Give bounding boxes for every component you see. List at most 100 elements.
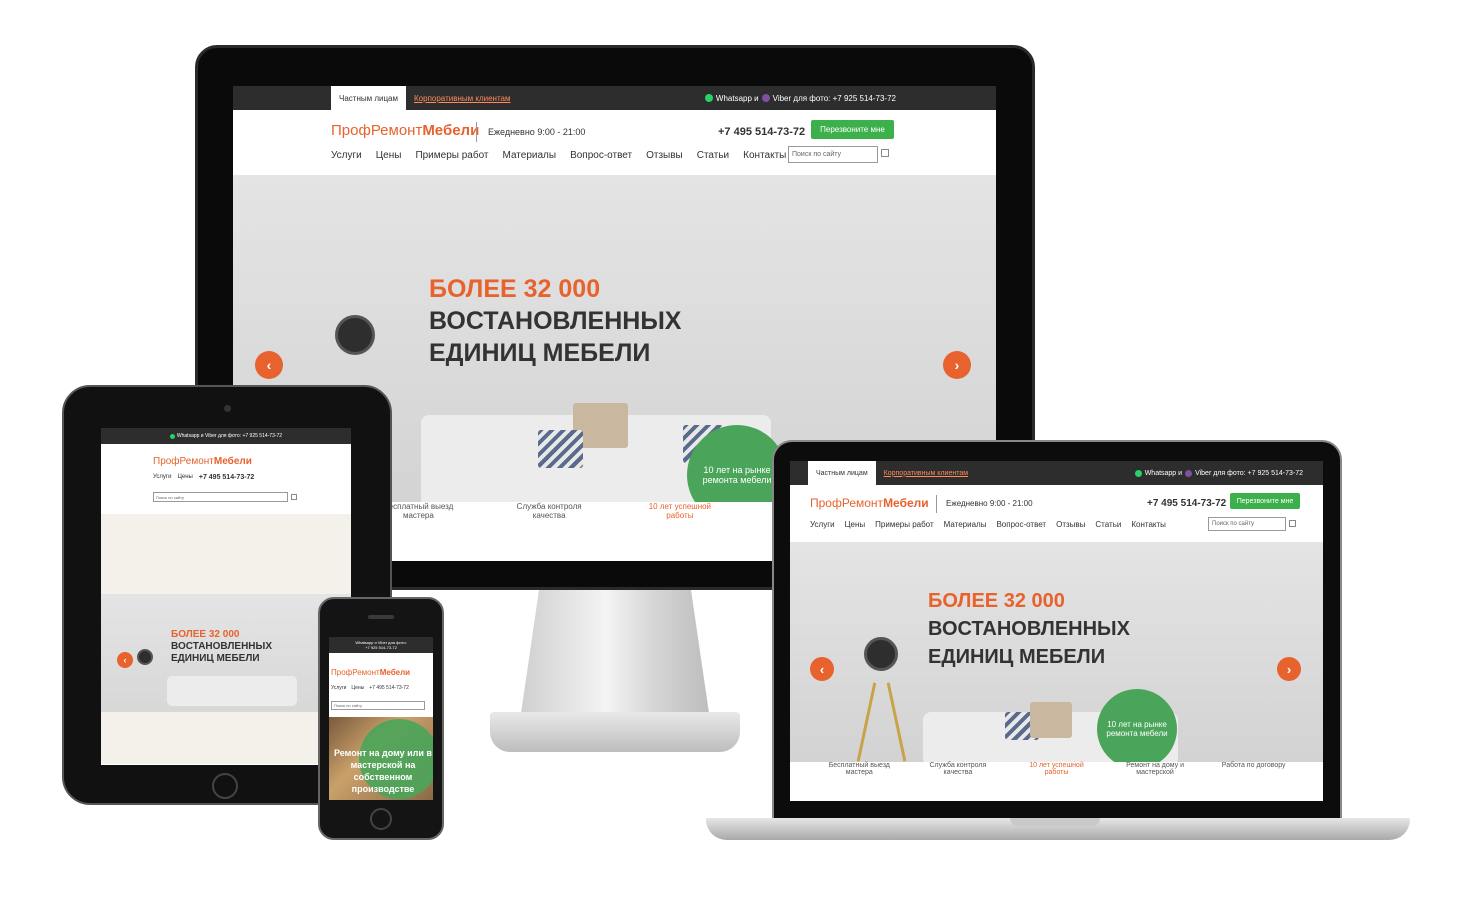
nav-item-prices[interactable]: Цены <box>351 685 364 691</box>
whatsapp-icon <box>1134 469 1142 477</box>
nav-item-prices[interactable]: Цены <box>177 474 192 481</box>
search-input[interactable]: Поиск по сайту <box>788 146 878 163</box>
tab-private[interactable]: Частным лицам <box>331 86 407 110</box>
nav-item-services[interactable]: Услуги <box>810 520 835 529</box>
feature-item: 10 лет успешной работы <box>1029 762 1084 776</box>
main-nav: Услуги Цены Примеры работ Материалы Вопрос-о… <box>810 520 1166 529</box>
nav-item-7[interactable]: Контакты <box>743 150 786 161</box>
logo-part1: Проф <box>810 496 842 510</box>
nav-item-4[interactable]: Вопрос-ответ <box>996 520 1046 529</box>
callback-button[interactable]: Перезвоните мне <box>1230 493 1300 509</box>
home-button-icon <box>370 808 392 830</box>
site-topbar: Частным лицам Корпоративным клиентам Wha… <box>233 86 996 110</box>
main-nav: Услуги Цены Примеры работ Материалы Вопрос-о… <box>331 150 786 161</box>
hero-line-1: БОЛЕЕ 32 000 <box>928 590 1065 612</box>
years-badge: 10 лет на рынке ремонта мебели <box>1097 689 1177 769</box>
lamp-icon <box>864 637 898 671</box>
tripod-leg <box>856 682 877 762</box>
tablet-screen: Whatsapp и Viber для фото: +7 925 514-73… <box>101 428 351 765</box>
logo-part2: Ремонт <box>179 456 214 467</box>
nav-item-2[interactable]: Примеры работ <box>415 150 488 161</box>
tab-corporate[interactable]: Корпоративным клиентам <box>876 461 976 485</box>
hero-line-2: ВОСТАНОВЛЕННЫХ <box>928 618 1130 640</box>
nav-item-7[interactable]: Контакты <box>1131 520 1166 529</box>
chevron-left-icon[interactable]: ‹ <box>117 652 133 668</box>
phone-screen: Whatsapp и Viber для фото: +7 925 514-73… <box>329 637 433 800</box>
whatsapp-label: Whatsapp и <box>1144 469 1183 477</box>
search-icon[interactable] <box>1289 520 1296 527</box>
nav-item-3[interactable]: Материалы <box>503 150 557 161</box>
feature-item: Бесплатный выезд мастера <box>828 762 890 776</box>
home-button-icon <box>212 773 238 799</box>
site-header: ПрофРемонтМебели Ежедневно 9:00 - 21:00 … <box>790 485 1323 542</box>
phone-hero: Ремонт на дому или в мастерской на собст… <box>329 717 433 800</box>
callback-button[interactable]: Перезвоните мне <box>811 120 894 139</box>
feature-item: Служба контроля качества <box>929 762 987 776</box>
chevron-left-icon[interactable]: ‹ <box>255 351 283 379</box>
nav-item-3[interactable]: Материалы <box>944 520 987 529</box>
tablet-contact-line: Whatsapp и Viber для фото: +7 925 514-73… <box>176 433 283 439</box>
hero-line-3: ЕДИНИЦ МЕБЕЛИ <box>171 653 260 664</box>
nav-item-services[interactable]: Услуги <box>331 150 362 161</box>
laptop-notch <box>1010 818 1100 826</box>
hero-line-2: ВОСТАНОВЛЕННЫХ <box>171 641 272 652</box>
search-input[interactable]: Поиск по сайту <box>331 701 425 710</box>
header-phone[interactable]: +7 495 514-73-72 <box>1147 498 1226 509</box>
topbar-contacts: Whatsapp и Viber для фото: +7 925 514-73… <box>1134 469 1303 477</box>
nav-item-6[interactable]: Статьи <box>1095 520 1121 529</box>
whatsapp-icon <box>704 94 713 102</box>
working-hours: Ежедневно 9:00 - 21:00 <box>488 127 586 137</box>
pillow-image <box>538 430 583 468</box>
nav-item-5[interactable]: Отзывы <box>1056 520 1085 529</box>
nav-item-6[interactable]: Статьи <box>697 150 729 161</box>
logo-part2: Ремонт <box>352 668 380 677</box>
search-input[interactable]: Поиск по сайту <box>153 492 288 502</box>
tablet-hero-heading: БОЛЕЕ 32 000 ВОСТАНОВЛЕННЫХ ЕДИНИЦ МЕБЕЛ… <box>171 629 272 665</box>
hero-slider: БОЛЕЕ 32 000 ВОСТАНОВЛЕННЫХ ЕДИНИЦ МЕБЕЛ… <box>790 542 1323 770</box>
tab-corporate[interactable]: Корпоративным клиентам <box>406 86 518 110</box>
phone-topbar: Whatsapp и Viber для фото: +7 925 514-73… <box>329 637 433 653</box>
nav-item-services[interactable]: Услуги <box>153 474 171 481</box>
tablet-phone[interactable]: +7 495 514-73-72 <box>199 474 254 481</box>
phone-hero-text: Ремонт на дому или в мастерской на собст… <box>334 748 432 794</box>
hero-line-2: ВОСТАНОВЛЕННЫХ <box>429 307 682 335</box>
logo-part1: Проф <box>331 668 353 677</box>
chevron-left-icon[interactable]: ‹ <box>810 657 834 681</box>
hero-heading: БОЛЕЕ 32 000 ВОСТАНОВЛЕННЫХ ЕДИНИЦ МЕБЕЛ… <box>429 273 681 369</box>
logo[interactable]: ПрофРемонтМебели <box>331 122 479 139</box>
phone-logo[interactable]: ПрофРемонтМебели <box>331 668 410 677</box>
tablet-logo[interactable]: ПрофРемонтМебели <box>153 456 252 467</box>
nav-item-2[interactable]: Примеры работ <box>875 520 933 529</box>
header-phone[interactable]: +7 495 514-73-72 <box>718 126 805 138</box>
speaker-icon <box>368 615 394 619</box>
feature-item: Работа по договору <box>1221 762 1286 769</box>
hero-heading: БОЛЕЕ 32 000 ВОСТАНОВЛЕННЫХ ЕДИНИЦ МЕБЕЛ… <box>928 587 1130 671</box>
whatsapp-label: Whatsapp и <box>715 93 759 103</box>
logo-part3: Мебели <box>213 456 252 467</box>
search-icon[interactable] <box>291 494 297 500</box>
site-header: ПрофРемонтМебели Ежедневно 9:00 - 21:00 … <box>233 110 996 175</box>
hero-line-1: БОЛЕЕ 32 000 <box>429 275 601 303</box>
tablet-nav: Услуги Цены +7 495 514-73-72 <box>153 474 254 481</box>
laptop-screen: Частным лицам Корпоративным клиентам Wha… <box>790 461 1323 801</box>
viber-icon <box>1185 469 1193 477</box>
nav-item-4[interactable]: Вопрос-ответ <box>570 150 632 161</box>
nav-item-1[interactable]: Цены <box>845 520 866 529</box>
logo[interactable]: ПрофРемонтМебели <box>810 496 929 510</box>
camera-icon <box>224 405 231 412</box>
logo-part3: Мебели <box>883 496 929 510</box>
phone-nav: Услуги Цены +7 495 514-73-72 <box>331 685 409 691</box>
tab-private[interactable]: Частным лицам <box>808 461 876 485</box>
phone-number[interactable]: +7 495 514-73-72 <box>369 685 409 691</box>
chevron-right-icon[interactable]: › <box>943 351 971 379</box>
feature-item: Служба контроля качества <box>516 502 582 520</box>
tablet-topbar: Whatsapp и Viber для фото: +7 925 514-73… <box>101 428 351 444</box>
search-input[interactable]: Поиск по сайту <box>1208 517 1286 531</box>
pillow-image <box>1030 702 1072 738</box>
nav-item-services[interactable]: Услуги <box>331 685 346 691</box>
search-icon[interactable] <box>881 149 889 157</box>
nav-item-1[interactable]: Цены <box>376 150 402 161</box>
chevron-right-icon[interactable]: › <box>1277 657 1301 681</box>
nav-item-5[interactable]: Отзывы <box>646 150 683 161</box>
tripod-leg <box>886 682 907 762</box>
